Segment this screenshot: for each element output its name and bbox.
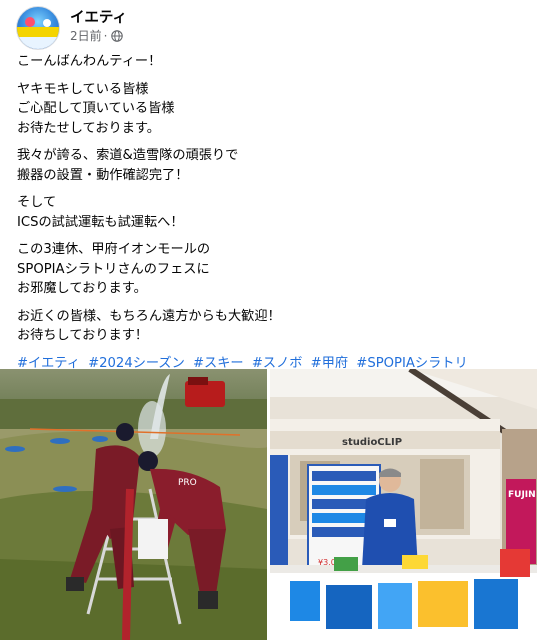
post-paragraph: ヤキモキしている皆様 ご心配して頂いている皆様 お待たせしております。 bbox=[17, 81, 175, 136]
post-meta: 2日前 · bbox=[70, 27, 124, 44]
post-body: こーんばんわんティー！ ヤキモキしている皆様 ご心配して頂いている皆様 お待たせ… bbox=[17, 52, 522, 373]
post-paragraph: 我々が誇る、索道&造雪隊の頑張りで 搬器の設置・動作確認完了！ bbox=[17, 148, 239, 183]
banner-text: FUJIN bbox=[508, 490, 536, 500]
jacket-text: PRO bbox=[178, 478, 197, 488]
photo-snowmaking-crew[interactable]: PRO bbox=[0, 369, 267, 640]
page-avatar[interactable] bbox=[16, 6, 60, 50]
photo-mall-booth[interactable]: studioCLIP FUJIN ¥3,000 bbox=[270, 369, 537, 640]
post-header: イエティ 2日前 · bbox=[0, 0, 537, 52]
photo-grid: PRO studioCLIP FUJIN ¥3,000 bbox=[0, 369, 537, 640]
store-sign: studioCLIP bbox=[342, 437, 402, 448]
post-paragraph: そして ICSの試試運転も試運転へ！ bbox=[17, 195, 184, 230]
post-paragraph: お近くの皆様、もちろん遠方からも大歓迎！ お待ちしております！ bbox=[17, 308, 281, 344]
author-name[interactable]: イエティ bbox=[70, 6, 127, 27]
post-paragraph: こーんばんわんティー！ bbox=[17, 54, 162, 69]
globe-icon bbox=[111, 29, 124, 42]
post-paragraph: この3連休、甲府イオンモールの SPOPIAシラトリさんのフェスに お邪魔してお… bbox=[17, 242, 211, 296]
post-timestamp[interactable]: 2日前 bbox=[70, 27, 102, 44]
